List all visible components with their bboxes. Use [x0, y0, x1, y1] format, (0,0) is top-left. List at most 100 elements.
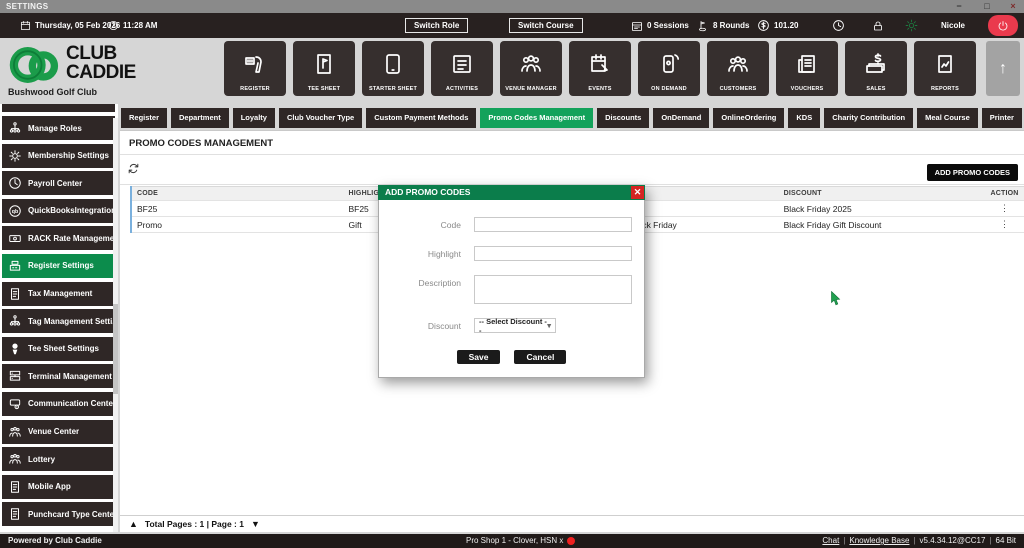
topbar: Thursday, 05 Feb 2026 11:28 AM Switch Ro…	[0, 13, 1024, 38]
maximize-button[interactable]: □	[976, 0, 998, 13]
terminal-server-icon	[7, 369, 22, 383]
nav-reports[interactable]: REPORTS	[914, 41, 976, 96]
window-title: SETTINGS	[6, 2, 49, 11]
save-button[interactable]: Save	[456, 350, 501, 364]
sidebar-item-terminal-management[interactable]: Terminal Management	[2, 364, 115, 389]
user-name[interactable]: Nicole	[941, 13, 965, 38]
tax-document-icon	[7, 287, 22, 301]
venue-people-icon	[7, 425, 22, 439]
sidebar-item-tax-management[interactable]: Tax Management	[2, 281, 115, 306]
tab-kds[interactable]: KDS	[788, 108, 821, 128]
tab-custom-payment-methods[interactable]: Custom Payment Methods	[366, 108, 477, 128]
sidebar-item-mobile-app[interactable]: Mobile App	[2, 474, 115, 499]
sidebar-item-clipped[interactable]	[2, 104, 115, 112]
refresh-button[interactable]	[127, 162, 140, 180]
col-discount[interactable]: DISCOUNT	[779, 187, 986, 200]
bits-label: 64 Bit	[995, 536, 1016, 545]
row-actions-menu-icon[interactable]: ⋮	[985, 201, 1024, 216]
page-up-icon[interactable]: ▲	[129, 519, 138, 529]
sidebar-item-communication-center[interactable]: Communication Center	[2, 391, 115, 416]
minimize-button[interactable]: −	[948, 0, 970, 13]
footer-links: Chat | Knowledge Base | v5.4.34.12@CC17 | 64 B…	[822, 534, 1016, 548]
sidebar-item-quickbooks-integration[interactable]: qb QuickBooksIntegration	[2, 198, 115, 223]
sidebar-item-membership-settings[interactable]: Membership Settings	[2, 143, 115, 168]
row-actions-menu-icon[interactable]: ⋮	[985, 217, 1024, 232]
sidebar-item-punchcard-type-center[interactable]: Punchcard Type Center	[2, 502, 115, 527]
page-down-icon[interactable]: ▼	[251, 519, 260, 529]
rounds-indicator[interactable]: 8 Rounds	[697, 13, 749, 38]
sidebar-scrollbar-thumb[interactable]	[113, 304, 118, 394]
knowledge-base-link[interactable]: Knowledge Base	[849, 536, 909, 545]
highlight-input[interactable]	[474, 246, 632, 261]
tab-promo-codes-management[interactable]: Promo Codes Management	[480, 108, 594, 128]
nav-starter-sheet[interactable]: STARTER SHEET	[362, 41, 424, 96]
clock-button[interactable]	[832, 13, 845, 38]
pagination-bar: ▲ Total Pages : 1 | Page : 1 ▼	[120, 515, 1024, 532]
tab-printer[interactable]: Printer	[981, 108, 1022, 128]
tab-register[interactable]: Register	[121, 108, 168, 128]
description-input[interactable]	[474, 275, 632, 304]
refresh-icon	[128, 163, 139, 174]
cancel-button[interactable]: Cancel	[514, 350, 567, 364]
dollar-icon	[758, 20, 769, 31]
switch-role-button[interactable]: Switch Role	[405, 18, 469, 33]
club-name: Bushwood Golf Club	[8, 87, 97, 97]
settings-tabbar: Register Department Loyalty Club Voucher…	[121, 108, 1024, 128]
brand-line2: CADDIE	[66, 62, 136, 83]
nav-register[interactable]: REGISTER	[224, 41, 286, 96]
sessions-indicator[interactable]: 0 Sessions	[631, 13, 689, 38]
nav-activities[interactable]: ACTIVITIES	[431, 41, 493, 96]
quickbooks-icon: qb	[7, 204, 22, 218]
modal-header: ADD PROMO CODES ✕	[378, 185, 645, 200]
status-dot-icon	[567, 537, 575, 545]
timeclock-icon	[833, 20, 844, 31]
nav-tee-sheet[interactable]: TEE SHEET	[293, 41, 355, 96]
add-promo-codes-button[interactable]: ADD PROMO CODES	[926, 164, 1018, 181]
pagination-label: Total Pages : 1 | Page : 1	[144, 519, 244, 529]
nav-vouchers[interactable]: VOUCHERS	[776, 41, 838, 96]
sidebar-item-register-settings[interactable]: Register Settings	[2, 253, 115, 278]
version-label: v5.4.34.12@CC17	[919, 536, 986, 545]
code-input[interactable]	[474, 217, 632, 232]
settings-button[interactable]	[905, 13, 918, 38]
modal-close-button[interactable]: ✕	[631, 186, 644, 199]
starter-sheet-icon	[381, 41, 405, 86]
sidebar-scrollbar[interactable]	[113, 118, 118, 532]
roles-hierarchy-icon	[7, 121, 22, 135]
tab-charity-contribution[interactable]: Charity Contribution	[824, 108, 914, 128]
sidebar-item-payroll-center[interactable]: Payroll Center	[2, 171, 115, 196]
tab-loyalty[interactable]: Loyalty	[232, 108, 275, 128]
sidebar-item-manage-roles[interactable]: Manage Roles	[2, 116, 115, 140]
nav-sales[interactable]: SALES	[845, 41, 907, 96]
clock-icon	[108, 20, 119, 31]
lock-button[interactable]	[872, 13, 884, 38]
sidebar-item-tag-management-settings[interactable]: Tag Management Setti...	[2, 309, 115, 334]
tab-department[interactable]: Department	[171, 108, 229, 128]
sidebar-item-tee-sheet-settings[interactable]: Tee Sheet Settings	[2, 336, 115, 361]
tab-club-voucher-type[interactable]: Club Voucher Type	[278, 108, 363, 128]
nav-events[interactable]: EVENTS	[569, 41, 631, 96]
window-titlebar: SETTINGS − □ ×	[0, 0, 1024, 13]
on-demand-phone-icon	[657, 41, 681, 86]
chat-link[interactable]: Chat	[822, 536, 839, 545]
switch-course-button[interactable]: Switch Course	[509, 18, 583, 33]
power-button[interactable]	[988, 15, 1018, 36]
tab-meal-course[interactable]: Meal Course	[917, 108, 978, 128]
close-button[interactable]: ×	[1002, 0, 1024, 13]
discount-select[interactable]: -- Select Discount -- ▾	[474, 317, 556, 335]
sidebar-item-venue-center[interactable]: Venue Center	[2, 419, 115, 444]
sidebar-item-lottery[interactable]: Lottery	[2, 447, 115, 472]
tab-discounts[interactable]: Discounts	[597, 108, 650, 128]
scroll-top-button[interactable]: ↑	[986, 41, 1020, 96]
up-arrow-icon: ↑	[999, 59, 1007, 77]
tab-onlineordering[interactable]: OnlineOrdering	[713, 108, 785, 128]
sidebar-item-rack-rate-management[interactable]: RACK Rate Manageme...	[2, 226, 115, 251]
tab-ondemand[interactable]: OnDemand	[653, 108, 710, 128]
balance-indicator[interactable]: 101.20	[757, 13, 798, 38]
nav-customers[interactable]: CUSTOMERS	[707, 41, 769, 96]
time-group: 11:28 AM	[108, 13, 157, 38]
nav-on-demand[interactable]: ON DEMAND	[638, 41, 700, 96]
col-action: ACTION	[990, 190, 1019, 197]
col-code[interactable]: CODE	[132, 187, 344, 200]
nav-venue-manager[interactable]: VENUE MANAGER	[500, 41, 562, 96]
